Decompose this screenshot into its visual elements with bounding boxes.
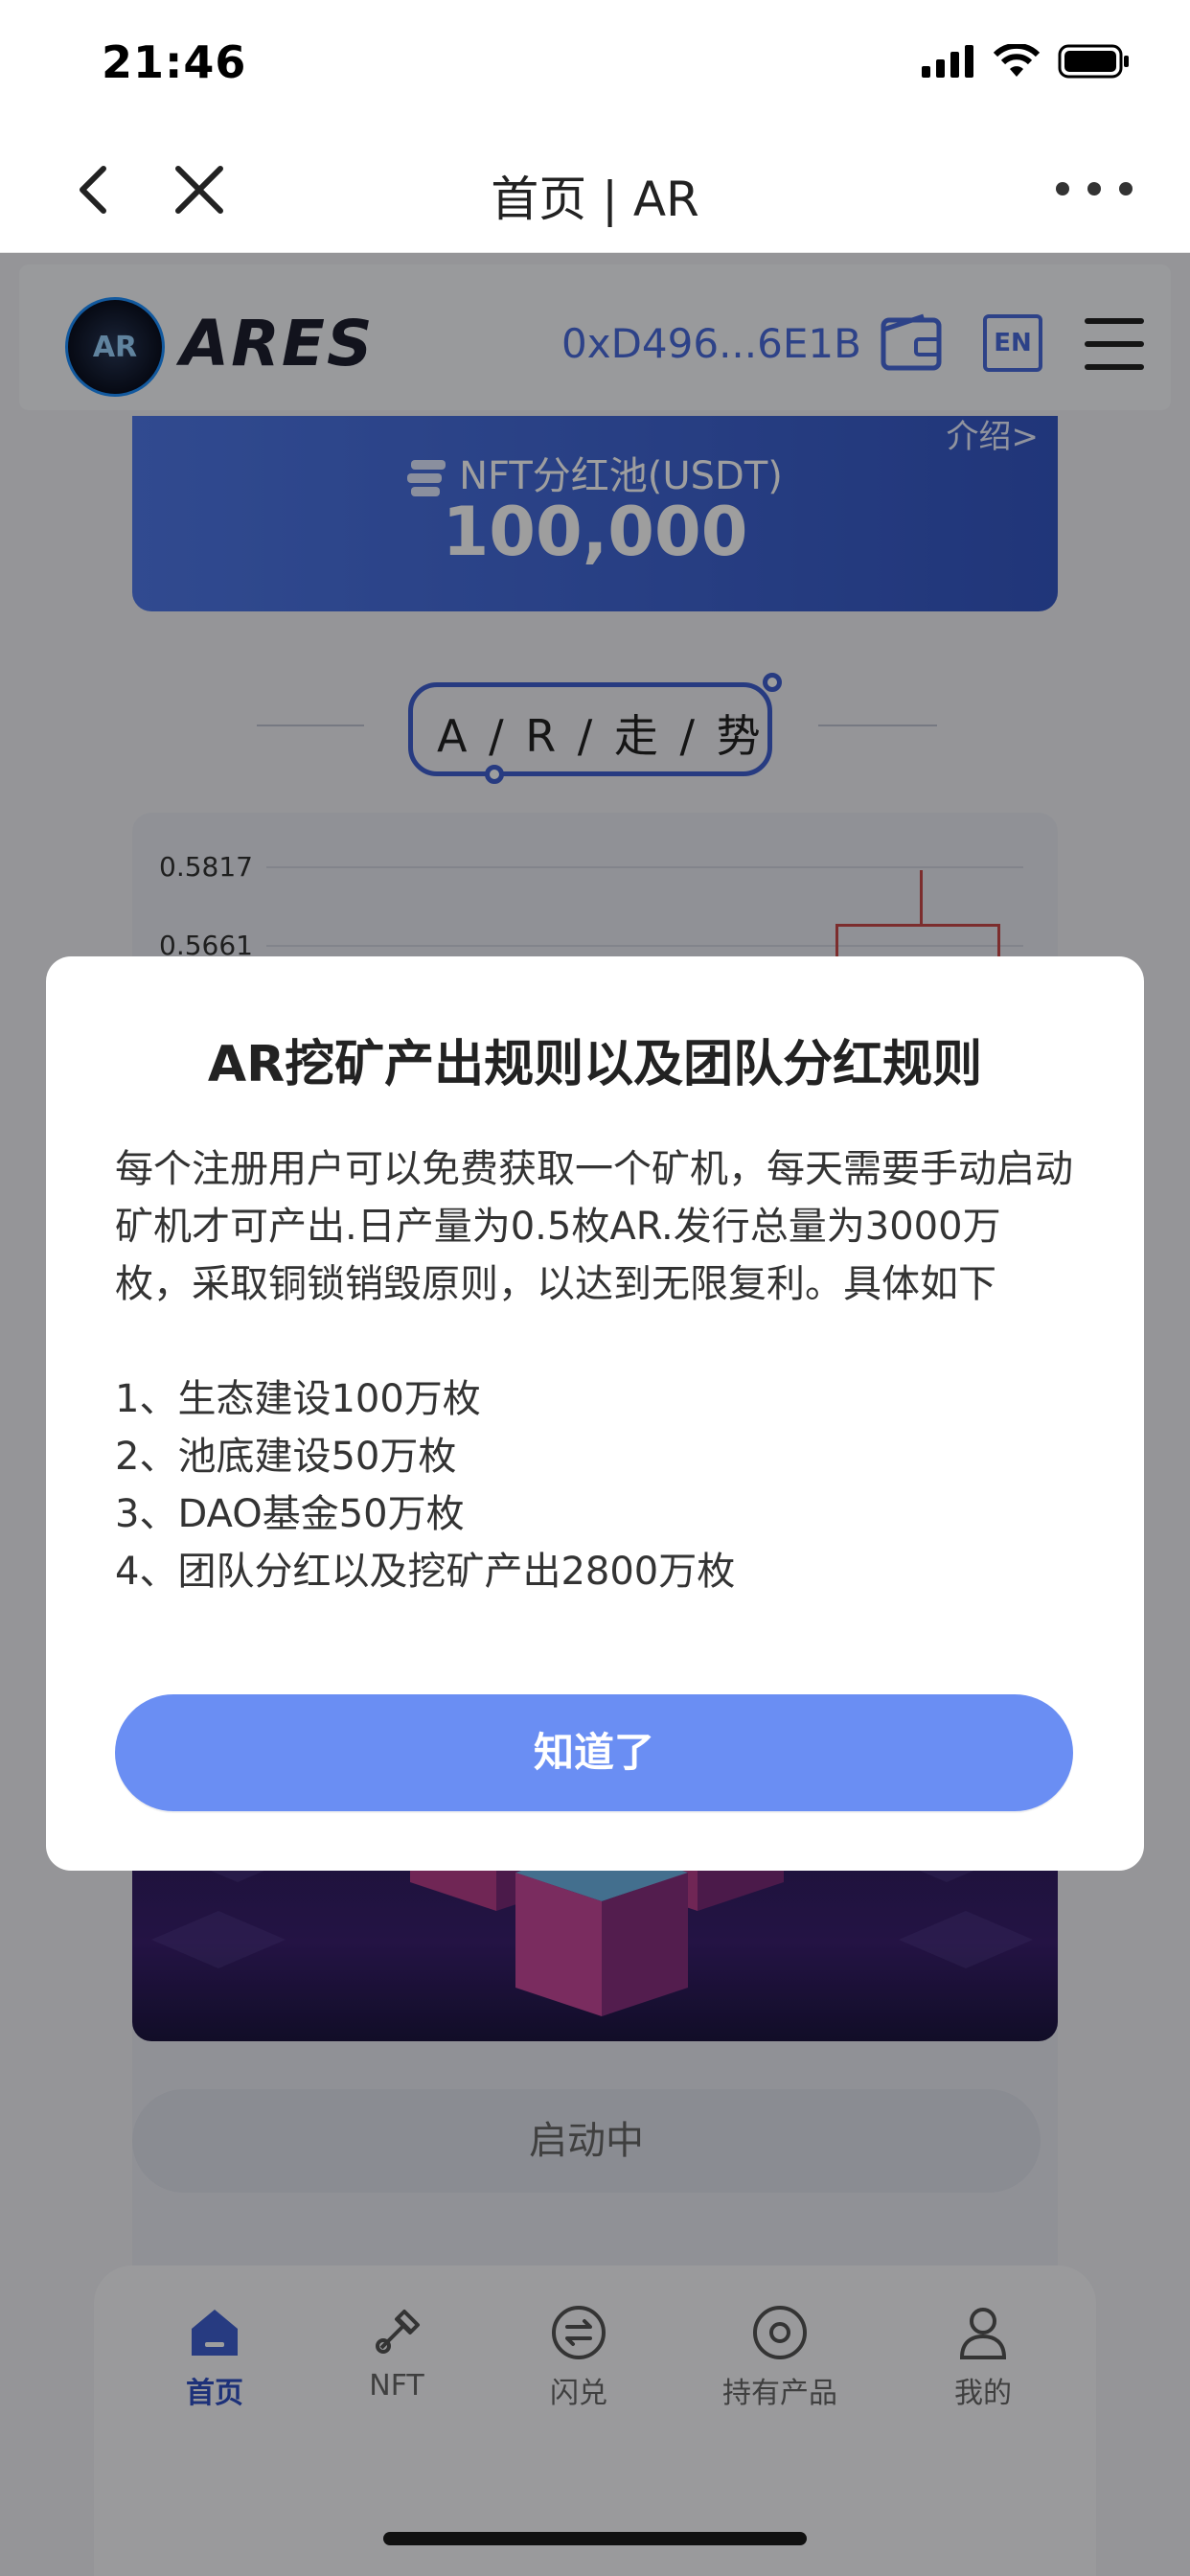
- list-item: 4、团队分红以及挖矿产出2800万枚: [115, 1550, 736, 1594]
- list-item: 2、池底建设50万枚: [115, 1435, 457, 1479]
- home-indicator: [383, 2532, 807, 2545]
- list-item: 3、DAO基金50万枚: [115, 1492, 465, 1536]
- confirm-button[interactable]: 知道了: [115, 1694, 1073, 1811]
- page-title: 首页 | AR: [491, 172, 699, 227]
- wifi-icon: [993, 44, 1041, 77]
- battery-icon: [1058, 44, 1129, 79]
- signal-icon: [922, 45, 973, 78]
- status-icons: [922, 44, 1131, 79]
- status-bar: 21:46: [0, 0, 1190, 126]
- status-time: 21:46: [102, 36, 247, 88]
- browser-nav-bar: 首页 | AR: [0, 126, 1190, 253]
- list-item: 1、生态建设100万枚: [115, 1377, 481, 1421]
- rules-dialog: AR挖矿产出规则以及团队分红规则 每个注册用户可以免费获取一个矿机，每天需要手动…: [46, 956, 1144, 1871]
- dialog-title: AR挖矿产出规则以及团队分红规则: [207, 1036, 983, 1093]
- dialog-description: 每个注册用户可以免费获取一个矿机，每天需要手动启动矿机才可产出.日产量为0.5枚…: [115, 1147, 1073, 1306]
- dialog-body: 每个注册用户可以免费获取一个矿机，每天需要手动启动矿机才可产出.日产量为0.5枚…: [115, 1140, 1073, 1600]
- dialog-list: 1、生态建设100万枚 2、池底建设50万枚 3、DAO基金50万枚 4、团队分…: [115, 1370, 1073, 1600]
- more-icon[interactable]: [1056, 165, 1133, 213]
